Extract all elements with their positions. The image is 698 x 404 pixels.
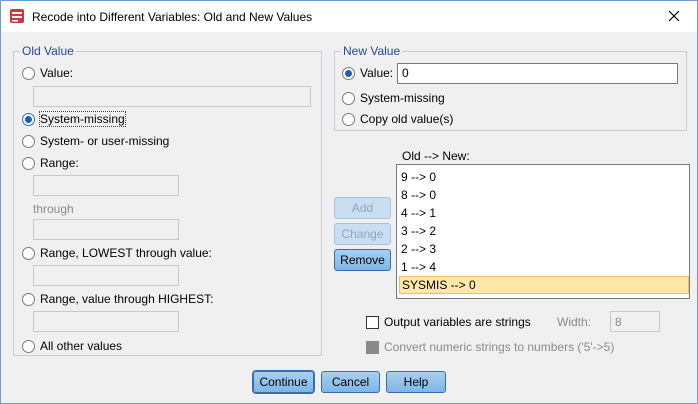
list-item-text: 2 --> 3: [401, 242, 437, 256]
radio-circle[interactable]: [22, 292, 35, 306]
old-value-radio[interactable]: Value:: [22, 66, 73, 80]
list-item[interactable]: 1 --> 4: [399, 258, 689, 276]
radio-circle[interactable]: [22, 246, 35, 260]
list-item[interactable]: 4 --> 1: [399, 204, 689, 222]
output-strings-label: Output variables are strings: [384, 315, 531, 329]
list-item[interactable]: 9 --> 0: [399, 168, 689, 186]
range-lowest-input[interactable]: [33, 265, 179, 286]
old-value-input[interactable]: [33, 86, 311, 107]
range-highest-input[interactable]: [33, 311, 179, 332]
list-item[interactable]: 8 --> 0: [399, 186, 689, 204]
spss-app-icon: [10, 9, 24, 23]
width-label: Width:: [557, 315, 592, 329]
list-item-selected[interactable]: SYSMIS --> 0: [399, 276, 689, 294]
list-item-text: 4 --> 1: [401, 206, 437, 220]
old-range-highest-label: Range, value through HIGHEST:: [40, 292, 214, 306]
old-all-other-radio[interactable]: All other values: [22, 339, 122, 353]
through-label: through: [33, 202, 74, 216]
change-button[interactable]: Change: [334, 223, 391, 245]
remove-button[interactable]: Remove: [334, 249, 391, 271]
copy-old-value-radio[interactable]: Copy old value(s): [342, 112, 453, 126]
list-item-text: 9 --> 0: [401, 170, 437, 184]
list-item-text: 3 --> 2: [401, 224, 437, 238]
convert-checkbox[interactable]: [366, 340, 379, 354]
radio-circle[interactable]: [22, 156, 35, 170]
mapping-listbox[interactable]: 9 --> 0 8 --> 0 4 --> 1 3 --> 2 2 --> 3 …: [396, 164, 690, 299]
old-range-radio[interactable]: Range:: [22, 156, 79, 170]
continue-button[interactable]: Continue: [253, 371, 314, 393]
list-item-text: SYSMIS --> 0: [402, 278, 476, 292]
old-value-group-label: Old Value: [20, 44, 76, 58]
copy-old-value-label: Copy old value(s): [360, 112, 454, 126]
old-range-label: Range:: [40, 156, 79, 170]
old-range-highest-radio[interactable]: Range, value through HIGHEST:: [22, 292, 213, 306]
width-input[interactable]: 8: [610, 311, 660, 332]
new-value-input[interactable]: 0: [397, 63, 678, 84]
new-value-label: Value:: [360, 66, 394, 80]
range-to-input[interactable]: [33, 219, 179, 240]
old-system-missing-label: System-missing: [39, 111, 126, 127]
dialog-window: Recode into Different Variables: Old and…: [0, 0, 698, 404]
radio-circle[interactable]: [22, 66, 35, 80]
radio-circle-checked[interactable]: [342, 66, 355, 80]
convert-checkbox-row[interactable]: Convert numeric strings to numbers ('5'-…: [366, 340, 614, 354]
old-all-other-label: All other values: [40, 339, 123, 353]
list-item[interactable]: 2 --> 3: [399, 240, 689, 258]
list-item-text: 8 --> 0: [401, 188, 437, 202]
title-bar: Recode into Different Variables: Old and…: [1, 1, 697, 32]
old-system-or-user-missing-radio[interactable]: System- or user-missing: [22, 134, 169, 148]
list-item-text: 1 --> 4: [401, 260, 437, 274]
help-button[interactable]: Help: [386, 371, 446, 393]
output-strings-checkbox[interactable]: [366, 315, 379, 329]
radio-circle[interactable]: [342, 91, 355, 105]
close-icon: [668, 10, 680, 22]
mapping-list-label: Old --> New:: [402, 149, 470, 163]
radio-circle-checked[interactable]: [22, 112, 35, 126]
new-value-radio[interactable]: Value:: [342, 66, 393, 80]
new-system-missing-label: System-missing: [360, 91, 445, 105]
new-system-missing-radio[interactable]: System-missing: [342, 91, 445, 105]
old-value-label: Value:: [40, 66, 74, 80]
old-system-missing-radio[interactable]: System-missing: [22, 111, 126, 127]
cancel-button[interactable]: Cancel: [321, 371, 380, 393]
convert-label: Convert numeric strings to numbers ('5'-…: [384, 340, 615, 354]
old-range-lowest-radio[interactable]: Range, LOWEST through value:: [22, 246, 212, 260]
new-value-group-label: New Value: [341, 44, 403, 58]
add-button[interactable]: Add: [334, 197, 391, 219]
radio-circle[interactable]: [342, 112, 355, 126]
range-from-input[interactable]: [33, 175, 179, 196]
close-button[interactable]: [651, 1, 697, 31]
radio-circle[interactable]: [22, 134, 35, 148]
radio-circle[interactable]: [22, 339, 35, 353]
output-strings-checkbox-row[interactable]: Output variables are strings: [366, 315, 531, 329]
old-range-lowest-label: Range, LOWEST through value:: [40, 246, 212, 260]
old-system-or-user-missing-label: System- or user-missing: [40, 134, 170, 148]
window-title: Recode into Different Variables: Old and…: [32, 10, 313, 24]
list-item[interactable]: 3 --> 2: [399, 222, 689, 240]
